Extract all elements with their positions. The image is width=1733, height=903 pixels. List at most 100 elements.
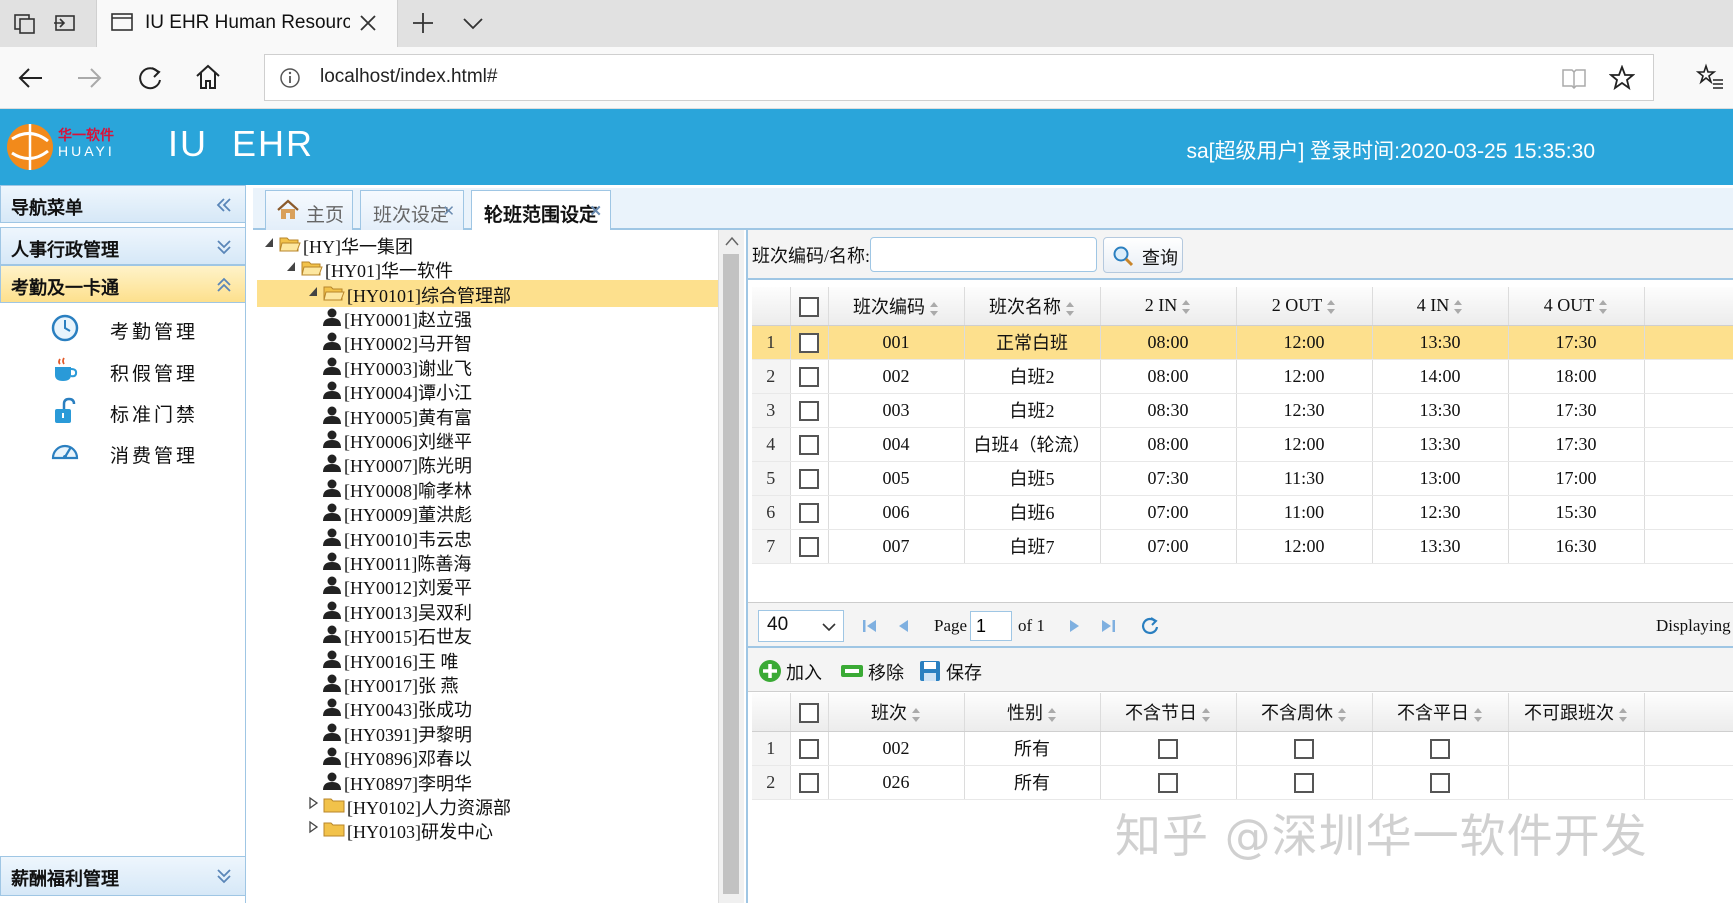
row-checkbox[interactable]: [799, 468, 819, 489]
sort-icon[interactable]: [1065, 301, 1075, 317]
tree-node-employee[interactable]: [HY0013]吴双利: [257, 597, 717, 624]
tab-shift-settings[interactable]: 班次设定 ✕: [360, 190, 464, 230]
nav-group-attendance[interactable]: 考勤及一卡通: [0, 265, 246, 303]
sort-icon[interactable]: [1453, 299, 1463, 315]
tree-node-employee[interactable]: [HY0043]张成功: [257, 694, 717, 721]
tree-scrollbar[interactable]: [718, 230, 744, 903]
shift-search-input[interactable]: [870, 237, 1097, 272]
expanded-arrow-icon[interactable]: [285, 259, 297, 273]
cell-exclude-weekday-checkbox[interactable]: [1430, 772, 1450, 793]
collapsed-arrow-icon[interactable]: [307, 820, 319, 834]
scroll-thumb[interactable]: [723, 254, 739, 894]
row-checkbox[interactable]: [799, 502, 819, 523]
nav-group-payroll[interactable]: 薪酬福利管理: [0, 856, 246, 896]
row-checkbox[interactable]: [799, 332, 819, 353]
row-checkbox-cell[interactable]: [790, 359, 829, 394]
row-checkbox-cell[interactable]: [790, 731, 829, 766]
next-page-icon[interactable]: [1064, 616, 1084, 636]
sort-icon[interactable]: [1201, 707, 1211, 723]
url-text[interactable]: localhost/index.html#: [320, 66, 497, 88]
favorite-star-icon[interactable]: [1609, 65, 1635, 91]
tree-node-employee[interactable]: [HY0005]黄有富: [257, 402, 717, 429]
expand-down-icon[interactable]: [215, 238, 233, 256]
table-row[interactable]: 4 004 白班4（轮流） 08:00 12:00 13:30 17:30: [752, 427, 1733, 462]
tree-node-employee[interactable]: [HY0896]邓春以: [257, 743, 717, 770]
cell-exclude-weekend[interactable]: [1236, 731, 1373, 766]
add-button[interactable]: 加入: [756, 656, 822, 686]
close-tab-icon[interactable]: ✕: [442, 202, 455, 221]
cell-exclude-weekday-checkbox[interactable]: [1430, 738, 1450, 759]
cell-exclude-holiday[interactable]: [1100, 765, 1237, 800]
table-row[interactable]: 1 002 所有: [752, 731, 1733, 766]
expanded-arrow-icon[interactable]: [307, 284, 319, 298]
page-number-input[interactable]: [970, 611, 1012, 641]
collapse-left-icon[interactable]: [215, 196, 233, 214]
col-header[interactable]: 2 IN: [1100, 287, 1237, 326]
col-header[interactable]: 不含平日: [1372, 693, 1509, 732]
forward-icon[interactable]: [76, 64, 104, 92]
row-checkbox-cell[interactable]: [790, 393, 829, 428]
scroll-up-icon[interactable]: [725, 236, 739, 246]
tree-node-employee[interactable]: [HY0017]张 燕: [257, 670, 717, 697]
refresh-icon[interactable]: [136, 64, 164, 92]
tree-node-employee[interactable]: [HY0009]董洪彪: [257, 499, 717, 526]
row-checkbox[interactable]: [799, 772, 819, 793]
tree-node-employee[interactable]: [HY0006]刘继平: [257, 426, 717, 453]
tree-node-employee[interactable]: [HY0002]马开智: [257, 328, 717, 355]
cell-exclude-weekend-checkbox[interactable]: [1294, 772, 1314, 793]
tree-node-employee[interactable]: [HY0391]尹黎明: [257, 719, 717, 746]
first-page-icon[interactable]: [860, 616, 880, 636]
select-all-checkbox[interactable]: [799, 296, 819, 317]
tree-node-employee[interactable]: [HY0012]刘爱平: [257, 572, 717, 599]
prev-page-icon[interactable]: [894, 616, 914, 636]
col-header[interactable]: 4 OUT: [1508, 287, 1645, 326]
tree-node-employee[interactable]: [HY0008]喻孝林: [257, 475, 717, 502]
tree-node-hr-dept[interactable]: [HY0102]人力资源部: [257, 792, 717, 819]
row-checkbox-cell[interactable]: [790, 495, 829, 530]
cell-exclude-weekend-checkbox[interactable]: [1294, 738, 1314, 759]
tree-node-employee[interactable]: [HY0004]谭小江: [257, 377, 717, 404]
cell-exclude-holiday-checkbox[interactable]: [1158, 738, 1178, 759]
favorites-list-icon[interactable]: [1696, 63, 1724, 91]
row-checkbox-cell[interactable]: [790, 529, 829, 564]
set-aside-tabs-icon[interactable]: [52, 10, 78, 36]
reading-view-icon[interactable]: [1561, 67, 1587, 89]
tree-node-employee[interactable]: [HY0007]陈光明: [257, 450, 717, 477]
back-icon[interactable]: [16, 64, 44, 92]
sort-icon[interactable]: [1473, 707, 1483, 723]
col-header[interactable]: 不可跟班次: [1508, 693, 1645, 732]
last-page-icon[interactable]: [1098, 616, 1118, 636]
col-header[interactable]: 不含节日: [1100, 693, 1237, 732]
col-header[interactable]: 2 OUT: [1236, 287, 1373, 326]
col-header[interactable]: 班次: [828, 693, 965, 732]
sort-icon[interactable]: [929, 301, 939, 317]
tree-node-employee[interactable]: [HY0897]李明华: [257, 768, 717, 795]
table-row[interactable]: 7 007 白班7 07:00 12:00 13:30 16:30: [752, 529, 1733, 564]
page-size-select[interactable]: 40: [758, 610, 844, 642]
save-button[interactable]: 保存: [916, 656, 982, 686]
sort-icon[interactable]: [1337, 707, 1347, 723]
row-checkbox[interactable]: [799, 536, 819, 557]
select-all-checkbox[interactable]: [799, 702, 819, 723]
table-row[interactable]: 2 002 白班2 08:00 12:00 14:00 18:00: [752, 359, 1733, 394]
tab-actions-icon[interactable]: [12, 10, 38, 36]
query-button[interactable]: 查询: [1103, 237, 1183, 273]
tab-shift-range-settings[interactable]: 轮班范围设定 ✕: [471, 190, 611, 232]
sort-icon[interactable]: [1181, 299, 1191, 315]
close-tab-icon[interactable]: ✕: [589, 202, 602, 221]
table-row[interactable]: 6 006 白班6 07:00 11:00 12:30 15:30: [752, 495, 1733, 530]
row-checkbox-cell[interactable]: [790, 427, 829, 462]
cell-exclude-weekday[interactable]: [1372, 731, 1509, 766]
select-all-checkbox-cell[interactable]: [790, 693, 829, 732]
tree-node-employee[interactable]: [HY0011]陈善海: [257, 548, 717, 575]
cell-exclude-weekend[interactable]: [1236, 765, 1373, 800]
sort-icon[interactable]: [1618, 707, 1628, 723]
tab-preview-chevron-icon[interactable]: [460, 10, 486, 36]
remove-button[interactable]: 移除: [838, 656, 904, 686]
cell-exclude-holiday[interactable]: [1100, 731, 1237, 766]
collapse-up-icon[interactable]: [215, 276, 233, 294]
sort-icon[interactable]: [1598, 299, 1608, 315]
tree-node-employee[interactable]: [HY0003]谢业飞: [257, 353, 717, 380]
row-checkbox-cell[interactable]: [790, 461, 829, 496]
new-tab-icon[interactable]: [410, 10, 436, 36]
